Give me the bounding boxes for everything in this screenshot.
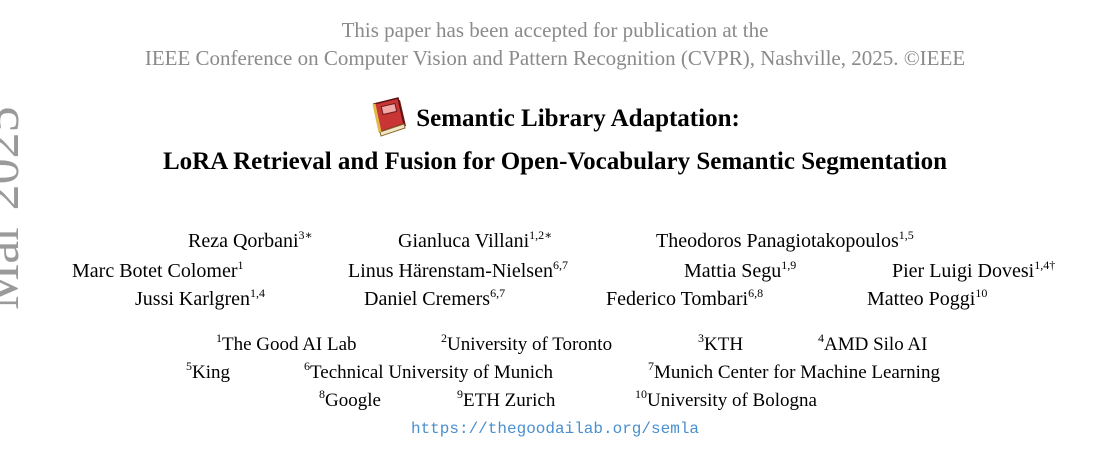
paper-title-line2: LoRA Retrieval and Fusion for Open-Vocab… [162,148,948,175]
author-8: Jussi Karlgren1,4 [135,286,265,310]
acceptance-notice-line2: IEEE Conference on Computer Vision and P… [144,46,966,70]
author-4: Marc Botet Colomer1 [72,258,244,282]
paper-title-line1: Semantic Library Adaptation: [0,96,1110,145]
acceptance-notice-line1: This paper has been accepted for publica… [341,18,769,42]
affiliation-9: 9ETH Zurich [457,387,556,411]
author-11: Matteo Poggi10 [867,286,988,310]
affiliation-1: 1The Good AI Lab [216,331,357,355]
affiliation-4: 4AMD Silo AI [818,331,928,355]
affiliation-7: 7Munich Center for Machine Learning [648,359,940,383]
author-5: Linus Härenstam-Nielsen6,7 [348,258,568,282]
affiliation-3: 3KTH [698,331,744,355]
author-9: Daniel Cremers6,7 [364,286,506,310]
author-6: Mattia Segu1,9 [684,258,797,282]
affiliation-10: 10University of Bologna [635,387,817,411]
title-text-line1: Semantic Library Adaptation: [416,105,740,132]
book-icon [370,96,410,145]
project-url-link[interactable]: https://thegoodailab.org/semla [0,420,1110,438]
affiliation-8: 8Google [319,387,381,411]
affiliation-2: 2University of Toronto [441,331,613,355]
author-7: Pier Luigi Dovesi1,4† [892,258,1056,282]
author-3: Theodoros Panagiotakopoulos1,5 [656,228,914,252]
author-2: Gianluca Villani1,2∗ [398,228,553,252]
affiliation-6: 6Technical University of Munich [304,359,553,383]
affiliation-5: 5King [186,359,230,383]
author-10: Federico Tombari6,8 [606,286,764,310]
author-1: Reza Qorbani3∗ [188,228,313,252]
